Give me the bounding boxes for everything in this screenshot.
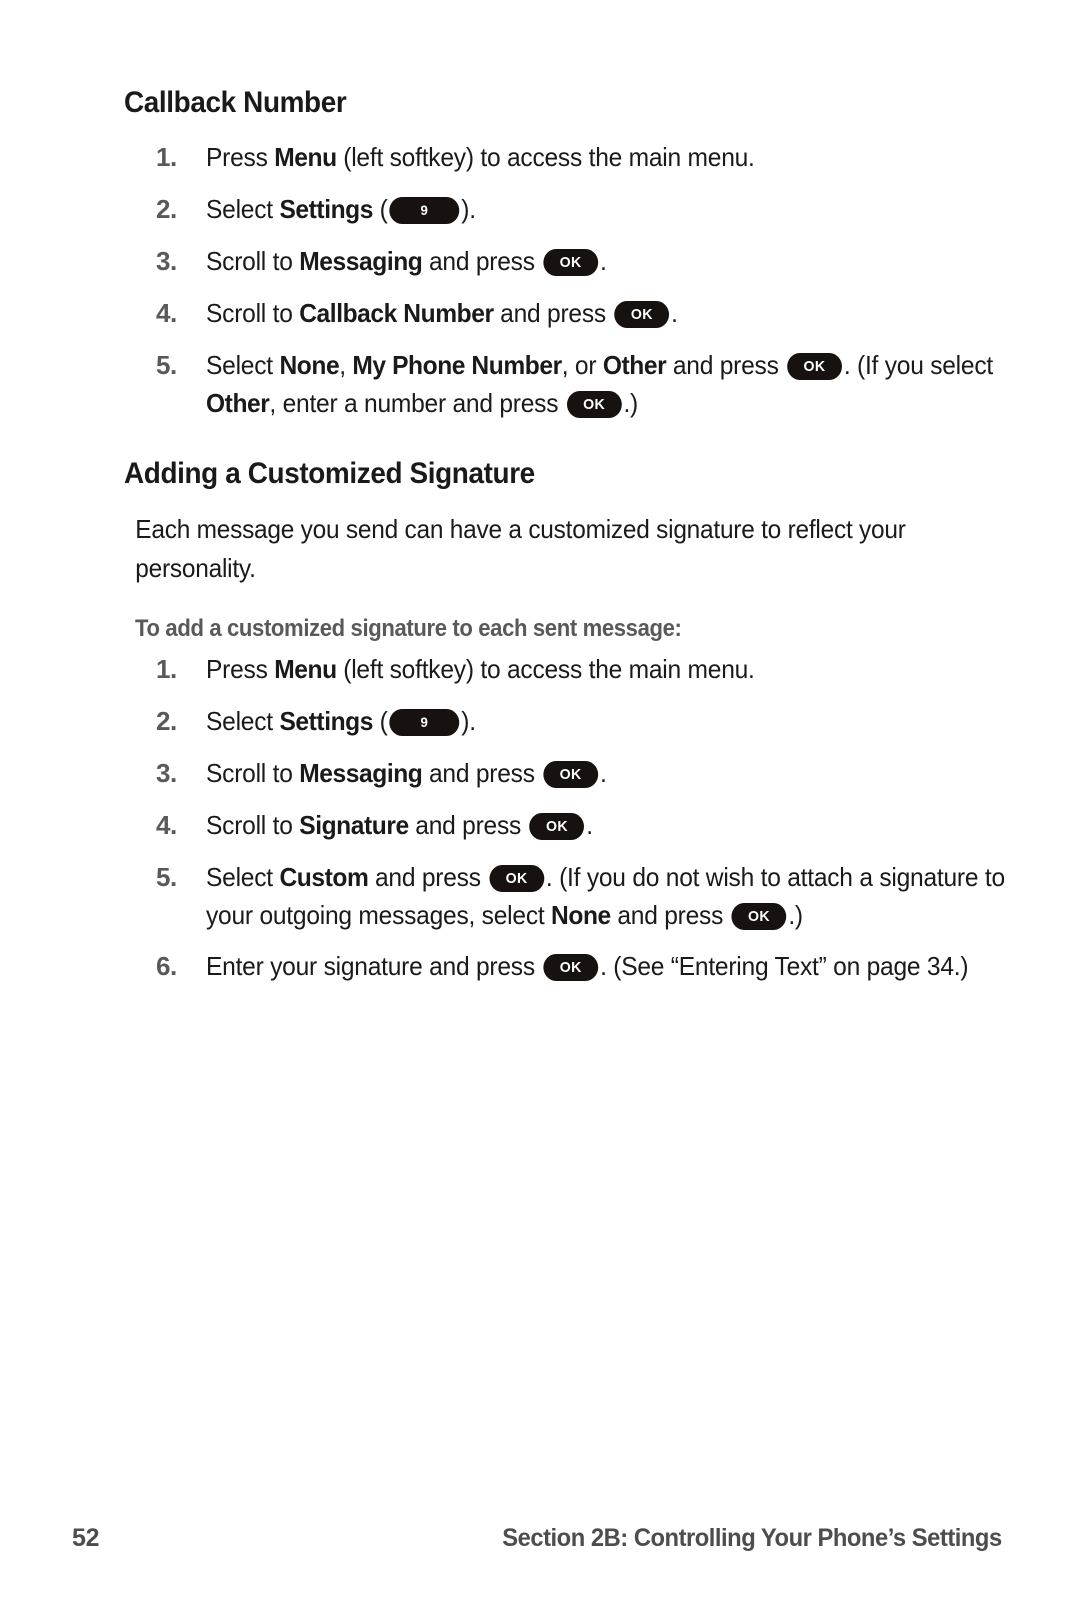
list-item-text: Press Menu (left softkey) to access the … <box>206 653 755 684</box>
number-key-icon: 9 <box>389 708 460 736</box>
list-item-number: 4. <box>156 809 177 840</box>
emphasis-text: My Phone Number <box>352 349 562 380</box>
list-item-number: 2. <box>156 705 177 736</box>
list-item: 1. Press Menu (left softkey) to access th… <box>124 139 984 177</box>
section-heading-adding-signature: Adding a Customized Signature <box>124 456 535 490</box>
list-item: 5. Select None, My Phone Number, or Other… <box>124 347 993 423</box>
list-item-number: 2. <box>156 193 177 224</box>
emphasis-text: None <box>551 899 611 930</box>
list-item-number: 1. <box>156 653 177 684</box>
emphasis-text: Signature <box>299 809 409 840</box>
footer-page-number: 52 <box>72 1524 100 1552</box>
list-item-text: Select Settings (9). <box>206 193 476 224</box>
ok-key-icon: OK <box>489 864 545 892</box>
list-item: 2. Select Settings (9). <box>124 191 984 229</box>
emphasis-text: Other <box>206 387 270 418</box>
list-item-number: 3. <box>156 245 177 276</box>
list-item-number: 4. <box>156 297 177 328</box>
emphasis-text: Settings <box>279 705 373 736</box>
page-content: Callback Number 1. Press Menu (left softk… <box>124 86 1005 1000</box>
emphasis-text: Messaging <box>299 757 423 788</box>
ok-key-icon: OK <box>543 954 599 982</box>
emphasis-text: Menu <box>274 653 337 684</box>
emphasis-text: Menu <box>274 142 337 172</box>
ok-key-icon: OK <box>566 390 622 418</box>
steps-list-customized-signature: 1. Press Menu (left softkey) to access th… <box>124 651 1005 987</box>
ok-key-icon: OK <box>543 248 599 276</box>
steps-list-callback-number: 1. Press Menu (left softkey) to access th… <box>124 139 993 423</box>
list-item: 1. Press Menu (left softkey) to access th… <box>124 651 984 689</box>
list-item: 5. Select Custom and press OK. (If you do… <box>124 859 1005 935</box>
list-item-text: Press Menu (left softkey) to access the … <box>206 142 755 172</box>
intro-paragraph: Each message you send can have a customi… <box>135 513 906 584</box>
ok-key-icon: OK <box>731 902 787 930</box>
ok-key-icon: OK <box>529 812 585 840</box>
emphasis-text: Callback Number <box>299 297 494 328</box>
list-item: 3. Scroll to Messaging and press OK. <box>124 243 984 281</box>
page-title: Callback Number <box>124 86 347 119</box>
list-item-text: Select Custom and press OK. (If you do n… <box>206 861 1005 930</box>
number-key-icon: 9 <box>389 196 460 224</box>
list-item-number: 3. <box>156 757 177 788</box>
list-item: 4. Scroll to Callback Number and press OK… <box>124 295 984 333</box>
list-item-number: 6. <box>156 951 177 982</box>
list-item-text: Scroll to Signature and press OK. <box>206 809 593 840</box>
list-item-text: Select Settings (9). <box>206 705 476 736</box>
list-item-number: 1. <box>156 142 177 172</box>
emphasis-text: Messaging <box>299 245 423 276</box>
ok-key-icon: OK <box>614 300 670 328</box>
list-item: 3. Scroll to Messaging and press OK. <box>124 755 984 793</box>
emphasis-text: None <box>279 349 340 380</box>
list-item-text: Enter your signature and press OK. (See … <box>206 951 969 982</box>
list-item-number: 5. <box>156 861 177 892</box>
manual-page: Callback Number 1. Press Menu (left softk… <box>0 0 1080 1620</box>
emphasis-text: Custom <box>279 861 369 892</box>
page-footer: 52 Section 2B: Controlling Your Phone’s … <box>0 1524 1080 1558</box>
list-item-text: Scroll to Messaging and press OK. <box>206 245 607 276</box>
ok-key-icon: OK <box>543 760 599 788</box>
list-item: 6. Enter your signature and press OK. (Se… <box>124 948 984 986</box>
list-item-text: Scroll to Messaging and press OK. <box>206 757 607 788</box>
ok-key-icon: OK <box>787 352 842 380</box>
emphasis-text: Settings <box>279 193 373 224</box>
lead-in-text: To add a customized signature to each se… <box>135 614 682 642</box>
list-item-text: Select None, My Phone Number, or Other a… <box>206 349 993 418</box>
emphasis-text: Other <box>602 349 667 380</box>
footer-section-title: Section 2B: Controlling Your Phone’s Set… <box>502 1524 1003 1552</box>
list-item: 2. Select Settings (9). <box>124 703 984 741</box>
list-item: 4. Scroll to Signature and press OK. <box>124 807 984 845</box>
list-item-number: 5. <box>156 349 177 380</box>
list-item-text: Scroll to Callback Number and press OK. <box>206 297 678 328</box>
